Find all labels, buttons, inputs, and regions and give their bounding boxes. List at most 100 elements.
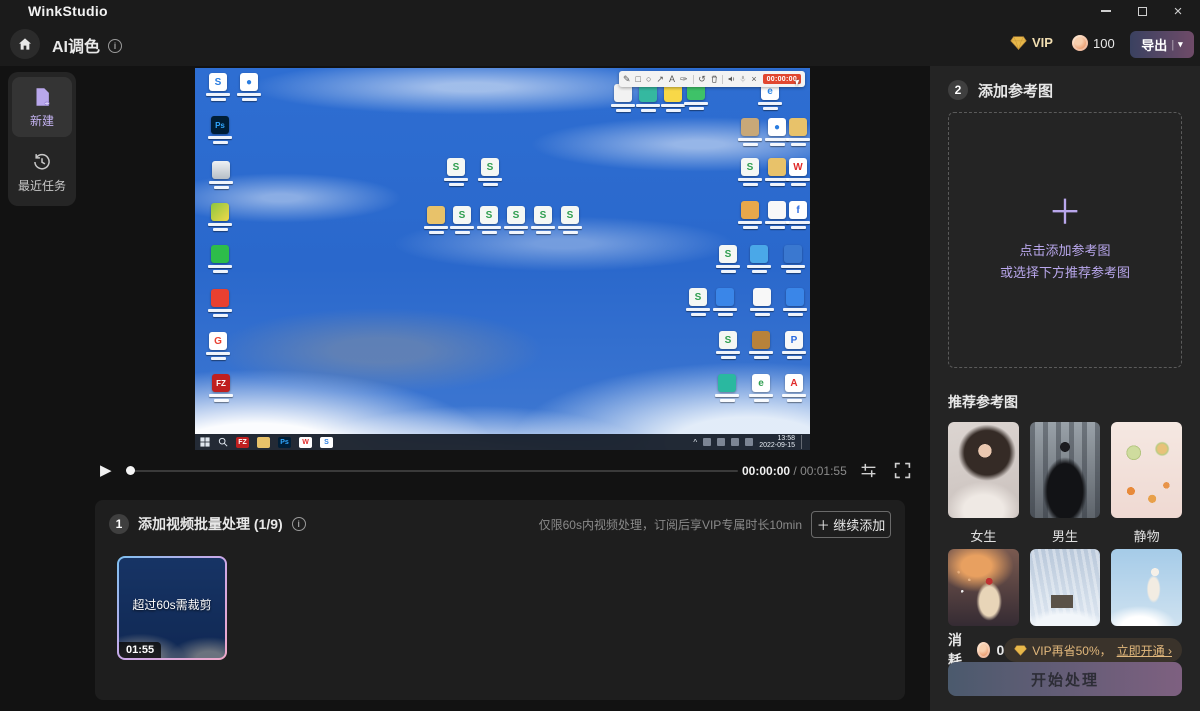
- time-display: 00:00:00 / 00:01:55: [742, 464, 847, 478]
- search-icon: [218, 437, 228, 447]
- seek-handle[interactable]: [126, 466, 135, 475]
- desktop-icon: f: [783, 201, 810, 229]
- tray-icon: [745, 438, 753, 446]
- pencil-icon: ✎: [623, 74, 631, 84]
- trim-icon[interactable]: [860, 462, 877, 479]
- desktop-icon: S: [501, 206, 531, 234]
- taskbar-app-s: S: [320, 437, 333, 448]
- text-tool-icon: A: [669, 74, 675, 84]
- desktop-icon: [747, 288, 777, 316]
- home-button[interactable]: [10, 29, 40, 59]
- export-button[interactable]: 导出 | ▾: [1130, 31, 1194, 58]
- video-clip-thumbnail[interactable]: 超过60s需裁剪 01:55: [117, 556, 227, 660]
- taskbar-app-photoshop: Ps: [278, 437, 291, 448]
- thumb-label: 静物: [1111, 526, 1182, 541]
- reference-thumb-sky[interactable]: [1111, 549, 1182, 626]
- batch-panel: 1 添加视频批量处理 (1/9) i 仅限60s内视频处理，订阅后享VIP专属时…: [95, 500, 905, 700]
- maximize-button[interactable]: [1124, 0, 1160, 22]
- reference-panel: 2 添加参考图 ＋ 点击添加参考图 或选择下方推荐参考图 推荐参考图 女生 男生…: [930, 66, 1200, 711]
- taskbar-app-filezilla: FZ: [236, 437, 249, 448]
- app-logo: WinkStudio: [28, 3, 108, 19]
- sidebar-item-recent-tasks[interactable]: 最近任务: [12, 144, 72, 202]
- reference-thumb-boy[interactable]: [1030, 422, 1101, 518]
- desktop-icon: [206, 161, 236, 189]
- tray-chevron-icon: ^: [693, 438, 697, 447]
- desktop-icon: W: [783, 158, 810, 186]
- desktop-icon: ●: [234, 73, 264, 101]
- sidebar: 新建 最近任务: [8, 72, 76, 206]
- reference-thumb-still-life[interactable]: [1111, 422, 1182, 518]
- desktop-icon: [780, 288, 810, 316]
- desktop-icon: S: [713, 245, 743, 273]
- total-time: 00:01:55: [800, 464, 847, 478]
- coin-icon: [1072, 35, 1088, 51]
- sidebar-item-new[interactable]: 新建: [12, 77, 72, 137]
- add-reference-dropzone[interactable]: ＋ 点击添加参考图 或选择下方推荐参考图: [948, 112, 1182, 368]
- credits-badge[interactable]: 100: [1072, 35, 1115, 51]
- desktop-icon: [205, 245, 235, 273]
- desktop-icon: S: [475, 158, 505, 186]
- vip-diamond-icon: [1014, 645, 1027, 656]
- desktop-icon: S: [447, 206, 477, 234]
- desktop-icon: S: [555, 206, 585, 234]
- taskbar-clock: 13:58 2022-09-15: [759, 435, 795, 450]
- desktop-icon: S: [713, 331, 743, 359]
- page-title: AI调色: [52, 33, 100, 57]
- taskbar-app-wps: W: [299, 437, 312, 448]
- tray-icon: [703, 438, 711, 446]
- thumb-label: 男生: [1030, 526, 1101, 541]
- desktop-icon: G: [203, 332, 233, 360]
- marker-icon: ✑: [680, 74, 688, 84]
- desktop-icon: [735, 201, 765, 229]
- credits-value: 100: [1093, 36, 1115, 51]
- desktop-icon: S: [474, 206, 504, 234]
- tray-icon: [717, 438, 725, 446]
- video-preview[interactable]: S●PsGFZSSSSSSSe●SWfSSSPeA ✎ □ ○ ↗ A ✑ ↺ …: [195, 68, 810, 450]
- current-time: 00:00:00: [742, 464, 790, 478]
- reference-title: 添加参考图: [978, 80, 1053, 101]
- start-icon: [200, 437, 210, 447]
- tray-icon: [731, 438, 739, 446]
- desktop-icon: A: [779, 374, 809, 402]
- new-file-icon: [31, 86, 53, 108]
- desktop-icon: S: [683, 288, 713, 316]
- vip-label: VIP: [1032, 35, 1053, 50]
- vip-badge[interactable]: VIP: [1010, 35, 1053, 50]
- recording-timer: 00:00:00: [763, 74, 801, 84]
- vip-promo-link: 立即开通 ›: [1117, 642, 1172, 659]
- batch-info-icon[interactable]: i: [292, 517, 306, 531]
- toolbar-divider: [693, 75, 694, 84]
- rectangle-icon: □: [636, 74, 641, 84]
- start-processing-button[interactable]: 开始处理: [948, 662, 1182, 696]
- microphone-icon: [740, 74, 746, 84]
- reference-thumb-girl[interactable]: [948, 422, 1019, 518]
- page-info-icon[interactable]: i: [108, 39, 122, 53]
- vip-promo-pill[interactable]: VIP再省50%，立即开通 ›: [1004, 638, 1182, 662]
- minimize-button[interactable]: [1088, 0, 1124, 22]
- play-button[interactable]: ▶: [100, 461, 112, 479]
- taskbar-app-folder: [257, 437, 270, 448]
- window-controls: ×: [1088, 0, 1196, 22]
- fullscreen-icon[interactable]: [894, 462, 911, 479]
- desktop-icon: FZ: [206, 374, 236, 402]
- close-recorder-icon: ×: [751, 74, 756, 84]
- recorder-toolbar: ✎ □ ○ ↗ A ✑ ↺ × 00:00:00: [619, 71, 805, 87]
- titlebar: WinkStudio ×: [0, 0, 1200, 22]
- desktop-icon: [783, 118, 810, 146]
- desktop-icon: S: [441, 158, 471, 186]
- add-more-button[interactable]: ＋ 继续添加: [811, 511, 891, 538]
- desktop-icon: S: [528, 206, 558, 234]
- reference-thumb-sunset[interactable]: [948, 549, 1019, 626]
- trash-icon: [711, 74, 718, 84]
- export-separator: |: [1171, 39, 1174, 51]
- sidebar-item-label: 最近任务: [18, 177, 66, 194]
- vip-diamond-icon: [1010, 36, 1027, 50]
- seek-track[interactable]: [130, 470, 738, 472]
- desktop-icon: P: [779, 331, 809, 359]
- close-button[interactable]: ×: [1160, 0, 1196, 22]
- add-plus-icon: ＋: [1048, 196, 1082, 230]
- batch-title: 添加视频批量处理 (1/9): [138, 514, 283, 534]
- desktop-icon: e: [746, 374, 776, 402]
- reference-thumb-snow[interactable]: [1030, 549, 1101, 626]
- show-desktop-button: [801, 435, 805, 449]
